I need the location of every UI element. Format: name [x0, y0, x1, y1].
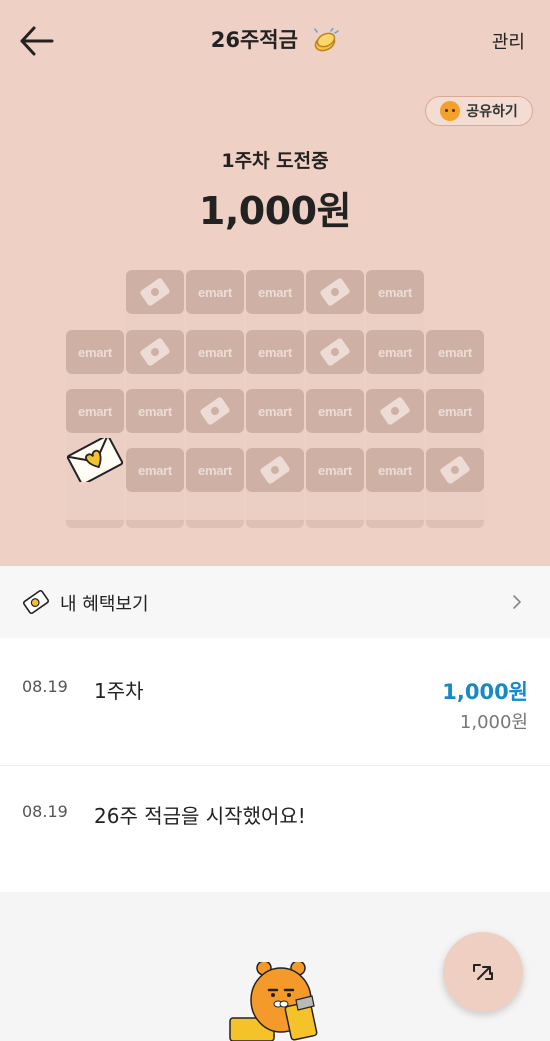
coupon-tile — [246, 448, 304, 492]
history-desc: 1주차 — [94, 679, 144, 703]
emart-tile: emart — [246, 389, 304, 433]
coupon-tile — [306, 270, 364, 314]
emart-tile: emart — [246, 330, 304, 374]
coupon-icon — [139, 337, 171, 367]
emart-tile: emart — [126, 448, 184, 492]
coupon-icon — [139, 277, 171, 307]
transfer-arrows-icon — [473, 964, 493, 980]
history-balance: 1,000원 — [459, 712, 528, 733]
coupon-tile — [126, 270, 184, 314]
coupon-icon — [379, 396, 411, 426]
stack-base — [246, 520, 304, 528]
stack-base — [426, 520, 484, 528]
transfer-fab-button[interactable] — [443, 932, 523, 1012]
emart-tile: emart — [306, 389, 364, 433]
coupon-tile — [306, 330, 364, 374]
ryan-character-icon — [229, 962, 318, 1041]
coupon-icon — [259, 455, 291, 485]
stack-base — [366, 520, 424, 528]
coupon-icon — [439, 455, 471, 485]
stack-base — [66, 520, 124, 528]
coupon-tile — [186, 389, 244, 433]
my-benefits-label: 내 혜택보기 — [60, 594, 149, 615]
my-benefits-row[interactable]: 내 혜택보기 — [0, 566, 550, 638]
chevron-right-icon — [513, 595, 521, 609]
history-list: 08.19 1주차 1,000원 1,000원 08.19 26주 적금을 시작… — [0, 638, 550, 892]
stack-base — [186, 520, 244, 528]
emart-tile: emart — [426, 389, 484, 433]
coupon-tile — [366, 389, 424, 433]
history-date: 08.19 — [22, 677, 68, 696]
emart-tile: emart — [126, 389, 184, 433]
emart-tile: emart — [426, 330, 484, 374]
coupon-tile — [426, 448, 484, 492]
emart-tile: emart — [306, 448, 364, 492]
history-date: 08.19 — [22, 802, 68, 821]
history-desc: 26주 적금을 시작했어요! — [94, 804, 306, 828]
emart-tile: emart — [246, 270, 304, 314]
emart-tile: emart — [66, 330, 124, 374]
emart-tile: emart — [366, 448, 424, 492]
coupon-tile — [126, 330, 184, 374]
coupon-icon — [22, 589, 50, 615]
emart-tile: emart — [66, 389, 124, 433]
emart-tile: emart — [186, 330, 244, 374]
history-item[interactable]: 08.19 26주 적금을 시작했어요! — [0, 766, 550, 892]
emart-tile: emart — [366, 270, 424, 314]
history-item[interactable]: 08.19 1주차 1,000원 1,000원 — [0, 638, 550, 765]
history-amount: 1,000원 — [442, 680, 528, 704]
emart-tile: emart — [186, 448, 244, 492]
heart-envelope-icon — [66, 438, 124, 482]
coupon-icon — [319, 337, 351, 367]
stack-base — [126, 520, 184, 528]
emart-tile: emart — [186, 270, 244, 314]
coupon-icon — [319, 277, 351, 307]
emart-tile: emart — [366, 330, 424, 374]
coupon-icon — [199, 396, 231, 426]
stack-base — [306, 520, 364, 528]
